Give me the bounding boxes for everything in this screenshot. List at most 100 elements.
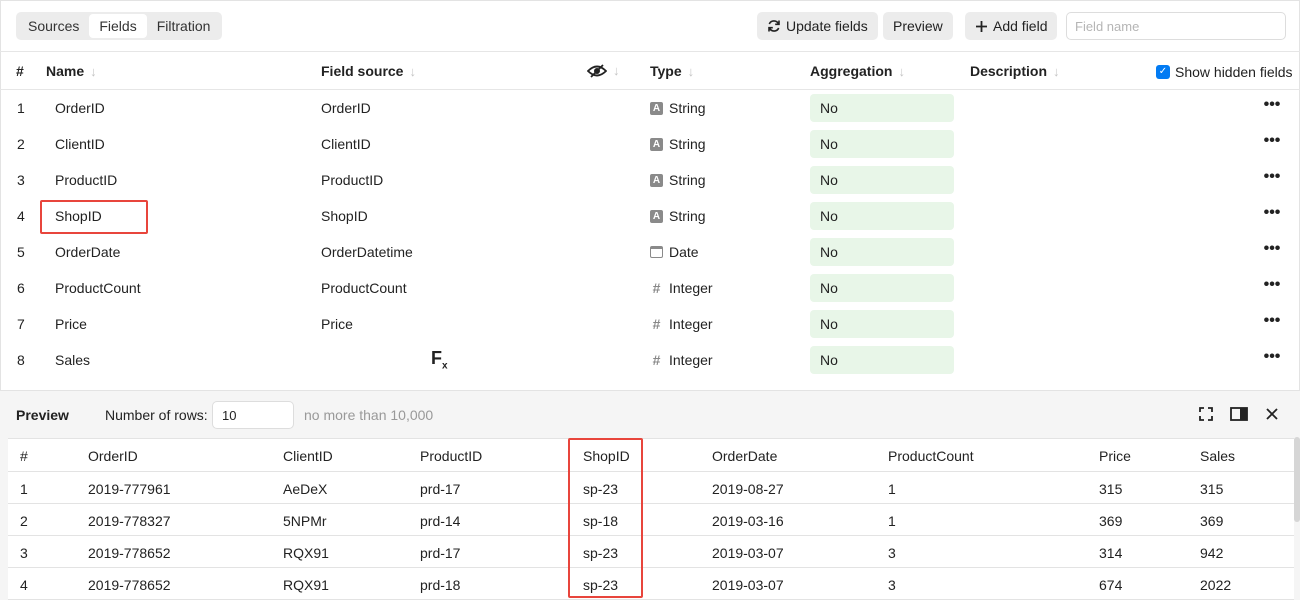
field-type-select[interactable]: # Integer — [650, 352, 713, 368]
aggregation-select[interactable]: No — [810, 346, 954, 374]
field-type-select[interactable]: # Integer — [650, 316, 713, 332]
more-options-icon[interactable]: ••• — [1262, 240, 1282, 258]
aggregation-select[interactable]: No — [810, 310, 954, 338]
more-options-icon[interactable]: ••• — [1262, 312, 1282, 330]
preview-cell: 3 — [20, 545, 28, 561]
preview-col-header[interactable]: ProductCount — [888, 448, 974, 464]
preview-cell: 674 — [1099, 577, 1123, 593]
more-options-icon[interactable]: ••• — [1262, 276, 1282, 294]
preview-row: 1 2019-777961 AeDeX prd-17 sp-23 2019-08-27 1 3… — [8, 472, 1294, 504]
col-header-description[interactable]: Description ↓ — [970, 63, 1060, 79]
field-name[interactable]: ClientID — [55, 136, 105, 152]
preview-cell: 1 — [888, 513, 896, 529]
field-type-select[interactable]: A String — [650, 208, 706, 224]
more-options-icon[interactable]: ••• — [1262, 168, 1282, 186]
field-type-select[interactable]: A String — [650, 172, 706, 188]
preview-cell: prd-18 — [420, 577, 461, 593]
col-header-num: # — [16, 63, 24, 79]
preview-cell: prd-17 — [420, 481, 461, 497]
preview-col-header[interactable]: Price — [1099, 448, 1131, 464]
aggregation-select[interactable]: No — [810, 202, 954, 230]
field-number: 6 — [17, 280, 25, 296]
preview-cell: 2022 — [1200, 577, 1232, 593]
preview-row: 2 2019-778327 5NPMr prd-14 sp-18 2019-03-16 1 3… — [8, 504, 1294, 536]
preview-col-header[interactable]: # — [20, 448, 28, 464]
preview-col-header[interactable]: ClientID — [283, 448, 333, 464]
preview-col-header[interactable]: OrderID — [88, 448, 138, 464]
fullscreen-icon[interactable] — [1196, 404, 1216, 424]
col-header-type[interactable]: Type ↓ — [650, 63, 694, 79]
eye-hidden-icon — [587, 63, 607, 78]
field-row[interactable]: 2 ClientID ClientID A String No ••• — [0, 126, 1300, 162]
col-header-visibility[interactable]: ↓ — [587, 63, 620, 78]
update-fields-button[interactable]: Update fields — [757, 12, 878, 40]
col-header-name[interactable]: Name ↓ — [46, 63, 97, 79]
more-options-icon[interactable]: ••• — [1262, 204, 1282, 222]
field-source[interactable]: OrderDatetime — [321, 244, 413, 260]
more-options-icon[interactable]: ••• — [1262, 348, 1282, 366]
preview-cell: 2019-778327 — [88, 513, 171, 529]
preview-col-header[interactable]: ProductID — [420, 448, 482, 464]
field-type-select[interactable]: # Integer — [650, 280, 713, 296]
field-number: 3 — [17, 172, 25, 188]
preview-button[interactable]: Preview — [883, 12, 953, 40]
rows-limit-hint: no more than 10,000 — [304, 407, 434, 423]
side-panel-icon[interactable] — [1229, 404, 1249, 424]
preview-cell: 2019-03-07 — [712, 545, 784, 561]
field-source[interactable]: Price — [321, 316, 353, 332]
field-name[interactable]: Sales — [55, 352, 90, 368]
tab-filtration[interactable]: Filtration — [147, 14, 221, 38]
aggregation-select[interactable]: No — [810, 238, 954, 266]
field-name[interactable]: Price — [55, 316, 87, 332]
field-type-select[interactable]: Date — [650, 244, 699, 260]
tab-sources[interactable]: Sources — [18, 14, 89, 38]
add-field-button[interactable]: Add field — [965, 12, 1058, 40]
aggregation-select[interactable]: No — [810, 166, 954, 194]
field-name-search-input[interactable] — [1066, 12, 1286, 40]
preview-scrollbar[interactable] — [1294, 437, 1300, 522]
field-row[interactable]: 1 OrderID OrderID A String No ••• — [0, 90, 1300, 126]
more-options-icon[interactable]: ••• — [1262, 96, 1282, 114]
aggregation-select[interactable]: No — [810, 274, 954, 302]
col-header-source[interactable]: Field source ↓ — [321, 63, 416, 79]
field-number: 2 — [17, 136, 25, 152]
field-row[interactable]: 8 Sales Fx # Integer No ••• — [0, 342, 1300, 378]
tab-fields[interactable]: Fields — [89, 14, 147, 38]
aggregation-select[interactable]: No — [810, 94, 954, 122]
preview-col-header[interactable]: OrderDate — [712, 448, 777, 464]
col-header-aggregation[interactable]: Aggregation ↓ — [810, 63, 905, 79]
field-row[interactable]: 4 ShopID ShopID A String No ••• — [0, 198, 1300, 234]
more-options-icon[interactable]: ••• — [1262, 132, 1282, 150]
field-source[interactable]: ProductCount — [321, 280, 407, 296]
preview-cell: RQX91 — [283, 577, 329, 593]
field-source[interactable]: ShopID — [321, 208, 368, 224]
field-row[interactable]: 7 Price Price # Integer No ••• — [0, 306, 1300, 342]
show-hidden-fields-checkbox[interactable]: ✓ Show hidden fields — [1156, 64, 1293, 80]
field-row[interactable]: 5 OrderDate OrderDatetime Date No ••• — [0, 234, 1300, 270]
field-name[interactable]: ProductID — [55, 172, 117, 188]
preview-cell: 5NPMr — [283, 513, 327, 529]
field-source[interactable]: ProductID — [321, 172, 383, 188]
close-icon[interactable] — [1262, 404, 1282, 424]
preview-cell: 2019-778652 — [88, 577, 171, 593]
preview-col-header[interactable]: Sales — [1200, 448, 1235, 464]
field-type-select[interactable]: A String — [650, 100, 706, 116]
toolbar: Sources Fields Filtration Update fields … — [0, 0, 1300, 52]
formula-icon[interactable]: Fx — [431, 348, 448, 372]
field-name[interactable]: ProductCount — [55, 280, 141, 296]
field-type-select[interactable]: A String — [650, 136, 706, 152]
field-name[interactable]: OrderDate — [55, 244, 120, 260]
rows-count-input[interactable] — [212, 401, 294, 429]
preview-cell: 3 — [888, 577, 896, 593]
field-name[interactable]: OrderID — [55, 100, 105, 116]
preview-cell: 2019-777961 — [88, 481, 171, 497]
field-number: 1 — [17, 100, 25, 116]
aggregation-select[interactable]: No — [810, 130, 954, 158]
field-row[interactable]: 3 ProductID ProductID A String No ••• — [0, 162, 1300, 198]
preview-cell: 369 — [1200, 513, 1224, 529]
field-source[interactable]: ClientID — [321, 136, 371, 152]
plus-icon — [976, 20, 987, 32]
sort-arrow-icon: ↓ — [409, 63, 416, 79]
field-source[interactable]: OrderID — [321, 100, 371, 116]
field-row[interactable]: 6 ProductCount ProductCount # Integer No ••• — [0, 270, 1300, 306]
